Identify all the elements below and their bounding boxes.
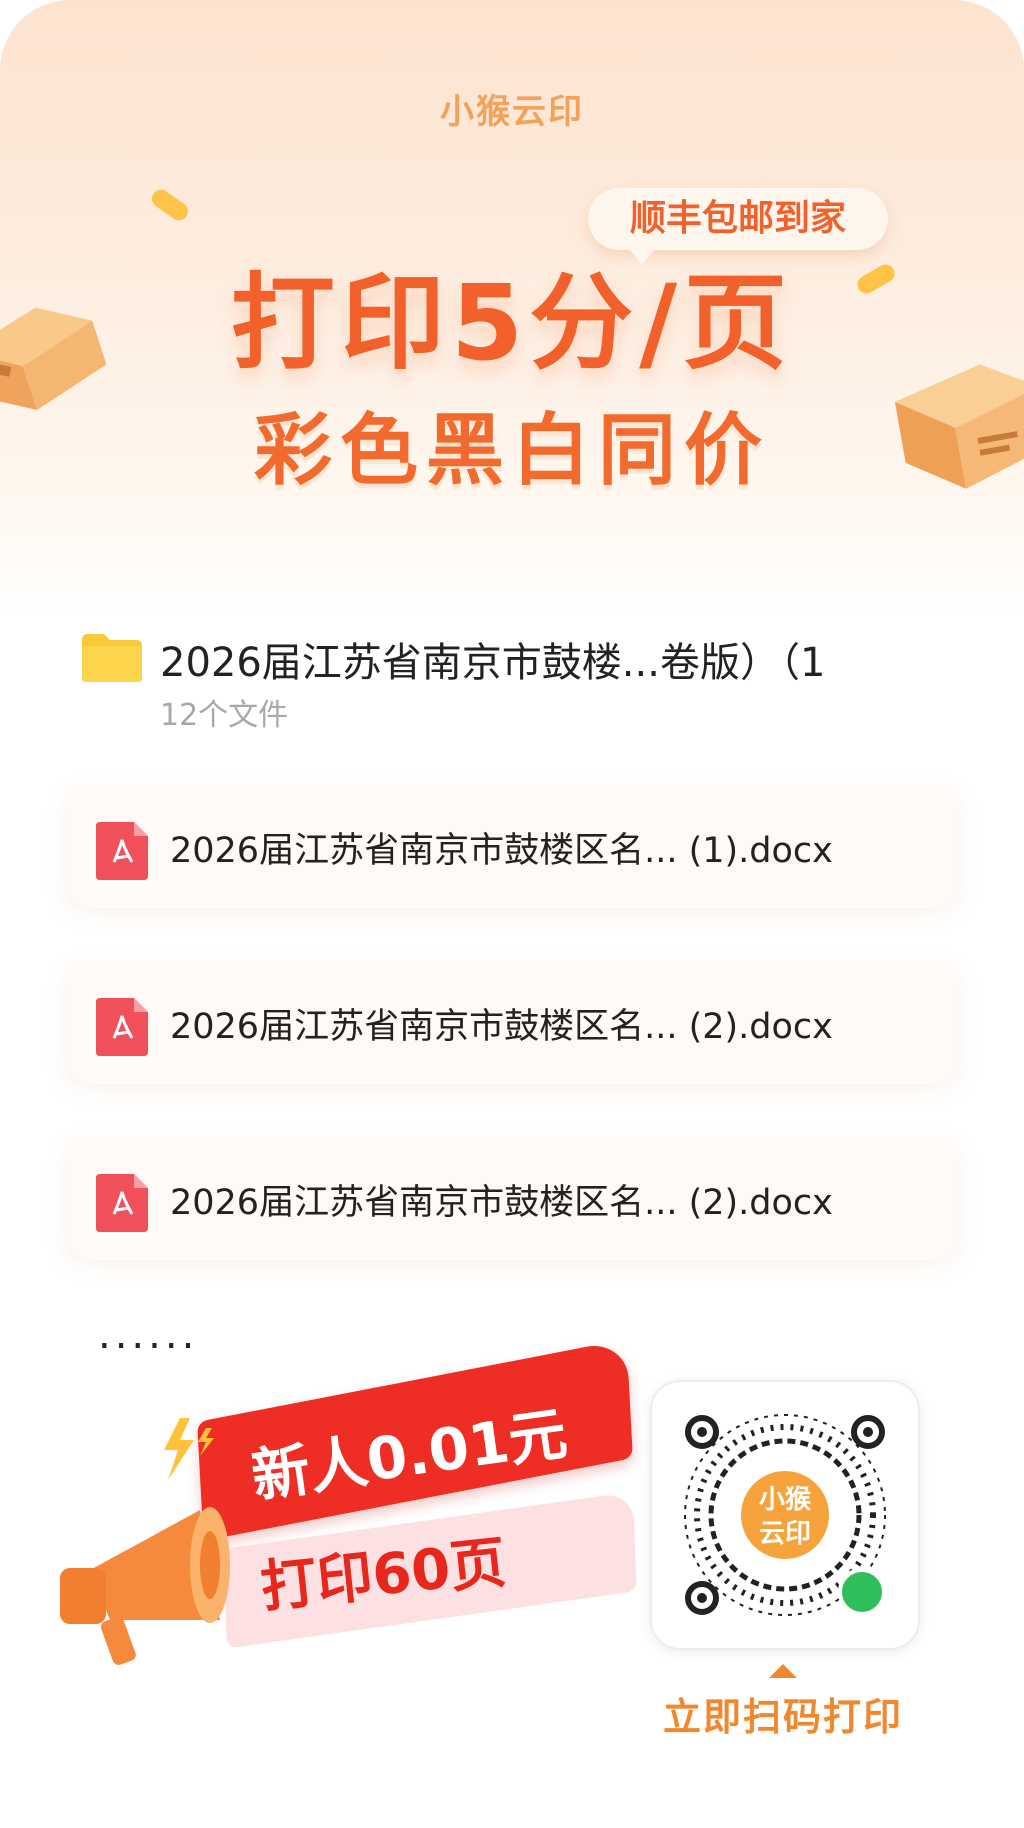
- brand-badge: 小猴 云印: [735, 1465, 835, 1565]
- spark-decoration: [148, 186, 192, 224]
- folder-file-count: 12个文件: [160, 698, 289, 733]
- caret-up-icon: [769, 1664, 797, 1678]
- folder-name: 2026届江苏省南京市鼓楼...卷版）（1: [160, 640, 826, 686]
- folder-icon: [82, 634, 142, 682]
- lightning-icon: [164, 1418, 214, 1480]
- new-user-promo[interactable]: 新人0.01元 打印60页: [50, 1339, 637, 1680]
- price-headline: 打印5分/页: [230, 262, 794, 384]
- file-name: 2026届江苏省南京市鼓楼区名... (1).docx: [170, 831, 833, 871]
- qr-center-text-bottom: 云印: [758, 1519, 811, 1549]
- pdf-icon: [96, 1174, 148, 1232]
- miniprogram-link-icon: [838, 1568, 886, 1616]
- file-list-item[interactable]: 2026届江苏省南京市鼓楼区名... (1).docx: [66, 788, 959, 908]
- qr-center-text-top: 小猴: [758, 1485, 811, 1515]
- brand-logo-text: 小猴云印: [440, 92, 584, 132]
- file-list-item[interactable]: 2026届江苏省南京市鼓楼区名... (2).docx: [66, 964, 959, 1084]
- megaphone-icon: [60, 1507, 230, 1665]
- price-subheadline: 彩色黑白同价: [253, 406, 770, 496]
- pdf-icon: [96, 822, 148, 880]
- more-files-ellipsis: ......: [98, 1312, 199, 1358]
- pdf-icon: [96, 998, 148, 1056]
- scan-to-print-label: 立即扫码打印: [662, 1695, 903, 1739]
- file-name: 2026届江苏省南京市鼓楼区名... (2).docx: [170, 1183, 833, 1223]
- folder-item[interactable]: 2026届江苏省南京市鼓楼...卷版）（1 12个文件: [78, 628, 958, 738]
- file-name: 2026届江苏省南京市鼓楼区名... (2).docx: [170, 1007, 833, 1047]
- file-list-item[interactable]: 2026届江苏省南京市鼓楼区名... (2).docx: [66, 1140, 959, 1260]
- miniprogram-qr-code[interactable]: 小猴 云印: [650, 1380, 920, 1650]
- print-promo-page: 小猴云印 顺丰包邮到家 打印5分/页 彩色黑白同价 2026届江苏省南京市鼓楼.…: [0, 0, 1024, 1828]
